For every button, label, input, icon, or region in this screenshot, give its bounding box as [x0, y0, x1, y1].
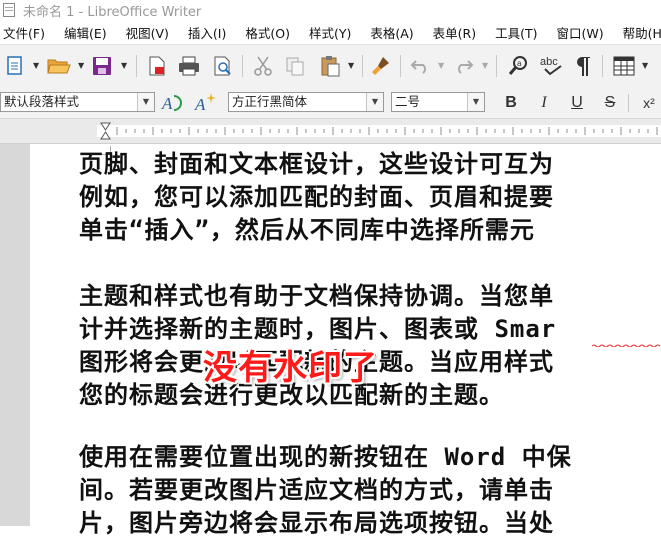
strikethrough-button[interactable]: S	[599, 93, 621, 113]
export-pdf-icon[interactable]	[146, 53, 168, 79]
undo-dropdown-icon[interactable]: ▼	[438, 61, 444, 70]
new-dropdown-icon[interactable]: ▼	[33, 61, 39, 70]
save-icon[interactable]	[90, 53, 114, 79]
print-icon[interactable]	[177, 53, 201, 79]
clone-formatting-icon[interactable]	[370, 53, 392, 79]
paragraph-style-select[interactable]: 默认段落样式 ▼	[0, 92, 155, 112]
spelling-icon[interactable]: abc	[538, 53, 566, 79]
body-line-2[interactable]: 例如，您可以添加匹配的封面、页眉和提要	[79, 181, 554, 214]
undo-icon[interactable]	[408, 53, 432, 79]
open-folder-icon[interactable]	[46, 53, 72, 79]
body-line-9[interactable]: 间。若要更改图片适应文档的方式，请单击	[79, 474, 554, 507]
font-name-select[interactable]: 方正行黑简体 ▼	[228, 92, 384, 112]
chevron-down-icon[interactable]: ▼	[467, 93, 484, 111]
print-preview-icon[interactable]	[212, 53, 234, 79]
update-style-icon[interactable]: A	[159, 90, 185, 116]
font-size-select[interactable]: 二号 ▼	[391, 92, 485, 112]
body-line-1[interactable]: 页脚、封面和文本框设计，这些设计可互为	[79, 148, 554, 181]
menu-form[interactable]: 表单(R)	[430, 23, 479, 42]
font-name-value: 方正行黑简体	[232, 94, 308, 109]
font-size-value: 二号	[395, 94, 421, 109]
svg-text:A: A	[161, 94, 173, 113]
title-bar: 未命名 1 - LibreOffice Writer	[0, 0, 661, 20]
menu-tools[interactable]: 工具(T)	[492, 23, 540, 42]
body-line-8[interactable]: 使用在需要位置出现的新按钮在 Word 中保	[79, 441, 572, 474]
menu-format[interactable]: 格式(O)	[242, 23, 293, 42]
save-dropdown-icon[interactable]: ▼	[121, 61, 127, 70]
overlay-caption: 没有水印了	[203, 348, 378, 388]
paste-dropdown-icon[interactable]: ▼	[348, 61, 354, 70]
bold-button[interactable]: B	[500, 93, 522, 113]
chevron-down-icon[interactable]: ▼	[366, 93, 383, 111]
spellcheck-underline	[592, 344, 661, 347]
table-dropdown-icon[interactable]: ▼	[642, 61, 648, 70]
body-line-10[interactable]: 片，图片旁边将会显示布局选项按钮。当处	[79, 507, 554, 540]
menu-window[interactable]: 窗口(W)	[554, 23, 607, 42]
redo-dropdown-icon[interactable]: ▼	[482, 61, 488, 70]
menu-bar: 文件(F) 编辑(E) 视图(V) 插入(I) 格式(O) 样式(Y) 表格(A…	[0, 20, 661, 44]
menu-help[interactable]: 帮助(H)	[620, 23, 661, 42]
menu-insert[interactable]: 插入(I)	[185, 23, 229, 42]
menu-styles[interactable]: 样式(Y)	[306, 23, 354, 42]
new-style-icon[interactable]: A	[192, 90, 218, 116]
menu-table[interactable]: 表格(A)	[367, 23, 416, 42]
paste-icon[interactable]	[318, 53, 342, 79]
copy-icon[interactable]	[284, 53, 306, 79]
standard-toolbar: ▼ ▼ ▼ ▼ ▼ ▼ a abc ▼	[0, 44, 661, 89]
paragraph-style-value: 默认段落样式	[4, 94, 80, 109]
open-dropdown-icon[interactable]: ▼	[78, 61, 84, 70]
chevron-down-icon[interactable]: ▼	[137, 93, 154, 111]
cut-icon[interactable]	[252, 53, 274, 79]
svg-text:A: A	[194, 95, 206, 114]
insert-table-icon[interactable]	[612, 53, 636, 79]
ruler-ticks	[100, 122, 658, 140]
svg-text:a: a	[517, 59, 522, 68]
svg-text:abc: abc	[540, 56, 558, 68]
underline-button[interactable]: U	[566, 93, 588, 113]
superscript-button[interactable]: x²	[638, 93, 660, 113]
italic-button[interactable]: I	[533, 93, 555, 113]
horizontal-ruler[interactable]	[0, 119, 661, 144]
menu-file[interactable]: 文件(F)	[0, 23, 48, 42]
new-document-icon[interactable]	[4, 53, 26, 79]
redo-icon[interactable]	[452, 53, 476, 79]
body-line-3[interactable]: 单击“插入”，然后从不同库中选择所需元	[79, 214, 535, 247]
find-replace-icon[interactable]: a	[506, 53, 532, 79]
menu-edit[interactable]: 编辑(E)	[61, 23, 110, 42]
window-title: 未命名 1 - LibreOffice Writer	[23, 4, 202, 20]
writer-document-icon	[3, 3, 15, 17]
body-line-4[interactable]: 主题和样式也有助于文档保持协调。当您单	[79, 280, 554, 313]
formatting-marks-icon[interactable]	[572, 53, 594, 79]
menu-view[interactable]: 视图(V)	[123, 23, 172, 42]
formatting-toolbar: 默认段落样式 ▼ A A 方正行黑简体 ▼ 二号 ▼ B I U S x²	[0, 88, 661, 119]
